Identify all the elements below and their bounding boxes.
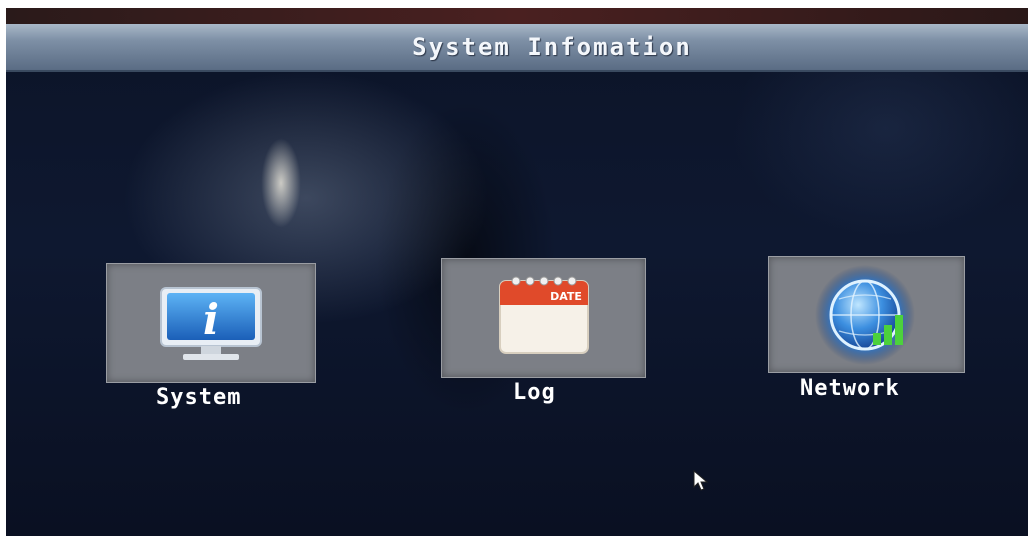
log-label[interactable]: Log bbox=[513, 380, 556, 405]
system-menu-tile[interactable]: i bbox=[106, 263, 316, 383]
log-menu-tile[interactable]: DATE bbox=[441, 258, 646, 378]
date-calendar-icon: DATE bbox=[496, 271, 592, 361]
date-icon-text: DATE bbox=[550, 290, 582, 303]
globe-signal-icon bbox=[809, 263, 921, 371]
info-monitor-icon: i bbox=[155, 284, 267, 370]
monitor-bezel-edge bbox=[6, 8, 1028, 24]
title-bar: System Infomation bbox=[6, 24, 1028, 72]
svg-text:i: i bbox=[203, 295, 219, 344]
system-label[interactable]: System bbox=[156, 385, 241, 410]
network-menu-tile[interactable] bbox=[768, 256, 965, 373]
screen-reflection bbox=[261, 138, 301, 228]
mouse-pointer-icon bbox=[692, 469, 710, 497]
window-title: System Infomation bbox=[412, 33, 692, 61]
network-label[interactable]: Network bbox=[800, 376, 900, 401]
osd-screen: System Infomation i System DATE Log Netw… bbox=[6, 8, 1028, 536]
